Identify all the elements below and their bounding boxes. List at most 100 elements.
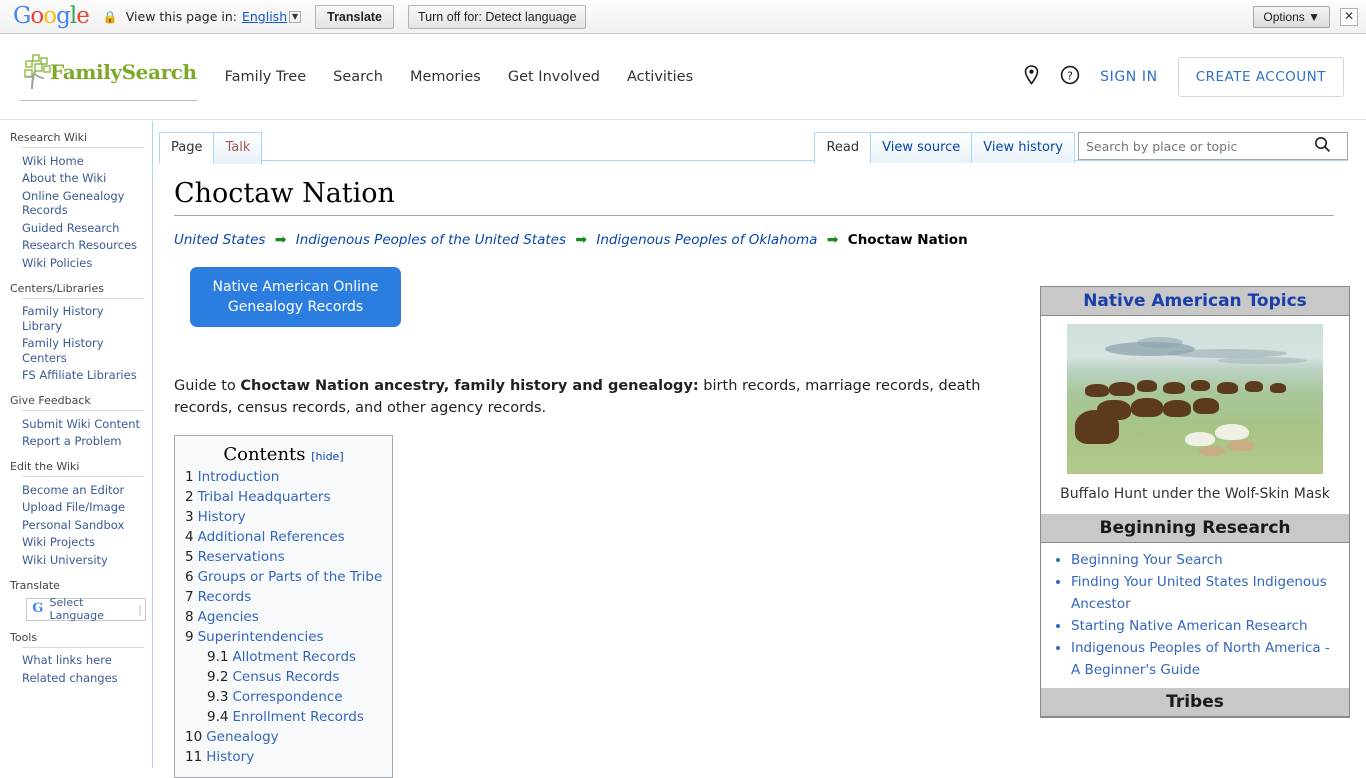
infobox-title: Native American Topics bbox=[1041, 287, 1349, 316]
sidebar-item-report-a-problem[interactable]: Report a Problem bbox=[10, 433, 144, 451]
toc-link[interactable]: Records bbox=[198, 589, 252, 605]
search-icon[interactable] bbox=[1314, 136, 1331, 157]
sidebar-item-become-an-editor[interactable]: Become an Editor bbox=[10, 481, 144, 499]
toc-link[interactable]: Enrollment Records bbox=[232, 709, 363, 725]
search-box[interactable] bbox=[1078, 132, 1348, 160]
toc-link[interactable]: Superintendencies bbox=[198, 629, 324, 645]
translate-button[interactable]: Translate bbox=[315, 4, 395, 29]
toc-link[interactable]: Agencies bbox=[198, 609, 259, 625]
list-item[interactable]: Finding Your United States Indigenous An… bbox=[1071, 571, 1341, 615]
select-language-dropdown[interactable]: G Select Language | bbox=[26, 596, 146, 622]
nav-memories[interactable]: Memories bbox=[410, 69, 481, 85]
sidebar-item-wiki-university[interactable]: Wiki University bbox=[10, 551, 144, 569]
toc-link[interactable]: Census Records bbox=[232, 669, 339, 685]
toc-link[interactable]: Reservations bbox=[198, 549, 285, 565]
sidebar-item-wiki-projects[interactable]: Wiki Projects bbox=[10, 534, 144, 552]
chevron-down-icon[interactable]: ▼ bbox=[289, 10, 302, 23]
sidebar-item-wiki-home[interactable]: Wiki Home bbox=[10, 152, 144, 170]
infobox-link[interactable]: Indigenous Peoples of North America - A … bbox=[1071, 640, 1330, 678]
sidebar-item-related-changes[interactable]: Related changes bbox=[10, 669, 144, 687]
sidebar-item-research-resources[interactable]: Research Resources bbox=[10, 237, 144, 255]
search-input[interactable] bbox=[1079, 134, 1314, 158]
location-pin-icon[interactable] bbox=[1023, 65, 1040, 89]
toc-link[interactable]: Additional References bbox=[198, 529, 345, 545]
nav-activities[interactable]: Activities bbox=[627, 69, 693, 85]
toc-link[interactable]: Allotment Records bbox=[232, 649, 356, 665]
translate-options-button[interactable]: Options ▼ bbox=[1253, 5, 1330, 28]
sidebar-group-give-feedback: Submit Wiki Content Report a Problem bbox=[22, 410, 144, 450]
sidebar-item-fs-affiliate-libraries[interactable]: FS Affiliate Libraries bbox=[10, 367, 144, 385]
toc-item[interactable]: 9.4 Enrollment Records bbox=[185, 707, 382, 727]
breadcrumb-link-indigenous-peoples-us[interactable]: Indigenous Peoples of the United States bbox=[296, 232, 566, 248]
sidebar-item-online-genealogy-records[interactable]: Online Genealogy Records bbox=[10, 187, 144, 219]
sidebar-item-what-links-here[interactable]: What links here bbox=[10, 652, 144, 670]
list-item[interactable]: Beginning Your Search bbox=[1071, 549, 1341, 571]
table-of-contents: Contents [hide] 1 Introduction 2 Tribal He… bbox=[174, 435, 393, 778]
breadcrumb-link-united-states[interactable]: United States bbox=[174, 232, 265, 248]
turn-off-translate-button[interactable]: Turn off for: Detect language bbox=[408, 4, 587, 29]
sidebar-heading-tools: Tools bbox=[10, 630, 38, 644]
toc-link[interactable]: Genealogy bbox=[206, 729, 278, 745]
toc-item[interactable]: 11 History bbox=[185, 747, 382, 767]
tab-read[interactable]: Read bbox=[814, 132, 872, 164]
toc-item[interactable]: 9.2 Census Records bbox=[185, 667, 382, 687]
toc-item[interactable]: 6 Groups or Parts of the Tribe bbox=[185, 567, 382, 587]
sidebar-item-submit-wiki-content[interactable]: Submit Wiki Content bbox=[10, 415, 144, 433]
help-circle-icon[interactable]: ? bbox=[1060, 65, 1080, 89]
sidebar-item-wiki-policies[interactable]: Wiki Policies bbox=[10, 254, 144, 272]
sidebar-group-research-wiki: Wiki Home About the Wiki Online Genealog… bbox=[22, 147, 144, 272]
tab-talk[interactable]: Talk bbox=[213, 132, 263, 164]
close-icon[interactable]: ✕ bbox=[1340, 7, 1358, 26]
sidebar-item-family-history-centers[interactable]: Family History Centers bbox=[10, 335, 144, 367]
sign-in-button[interactable]: SIGN IN bbox=[1100, 69, 1158, 85]
tab-page[interactable]: Page bbox=[159, 132, 215, 164]
tab-view-history[interactable]: View history bbox=[971, 132, 1075, 163]
list-item[interactable]: Starting Native American Research bbox=[1071, 615, 1341, 637]
toc-number: 10 bbox=[185, 729, 203, 745]
sidebar-item-family-history-library[interactable]: Family History Library bbox=[10, 303, 144, 335]
toc-item[interactable]: 8 Agencies bbox=[185, 607, 382, 627]
nav-family-tree[interactable]: Family Tree bbox=[225, 69, 306, 85]
sidebar-item-upload-file-image[interactable]: Upload File/Image bbox=[10, 499, 144, 517]
toc-item[interactable]: 5 Reservations bbox=[185, 547, 382, 567]
toc-number: 6 bbox=[185, 569, 194, 585]
toc-hide-link[interactable]: [hide] bbox=[311, 450, 343, 463]
toc-item[interactable]: 3 History bbox=[185, 507, 382, 527]
translate-language-link[interactable]: English bbox=[242, 9, 287, 24]
toc-title-label: Contents bbox=[223, 444, 306, 465]
sidebar-heading-give-feedback: Give Feedback bbox=[10, 394, 91, 407]
nav-search[interactable]: Search bbox=[333, 69, 383, 85]
familysearch-logo[interactable]: FamilySearch bbox=[20, 53, 197, 101]
sidebar-item-guided-research[interactable]: Guided Research bbox=[10, 219, 144, 237]
guide-prefix: Guide to bbox=[174, 378, 241, 394]
breadcrumb-link-indigenous-peoples-oklahoma[interactable]: Indigenous Peoples of Oklahoma bbox=[596, 232, 817, 248]
infobox-link[interactable]: Beginning Your Search bbox=[1071, 552, 1223, 568]
infobox-link[interactable]: Finding Your United States Indigenous An… bbox=[1071, 574, 1327, 612]
toc-item[interactable]: 7 Records bbox=[185, 587, 382, 607]
toc-link[interactable]: Correspondence bbox=[232, 689, 342, 705]
toc-item[interactable]: 1 Introduction bbox=[185, 467, 382, 487]
sidebar-item-about-the-wiki[interactable]: About the Wiki bbox=[10, 170, 144, 188]
toc-link[interactable]: History bbox=[206, 749, 254, 765]
sidebar-item-personal-sandbox[interactable]: Personal Sandbox bbox=[10, 516, 144, 534]
toc-link[interactable]: Tribal Headquarters bbox=[198, 489, 331, 505]
toc-link[interactable]: Groups or Parts of the Tribe bbox=[198, 569, 383, 585]
toc-item[interactable]: 9.1 Allotment Records bbox=[185, 647, 382, 667]
tab-view-source[interactable]: View source bbox=[870, 132, 973, 163]
native-american-online-records-button[interactable]: Native American Online Genealogy Records bbox=[190, 267, 401, 327]
infobox-link[interactable]: Starting Native American Research bbox=[1071, 618, 1308, 634]
toc-item[interactable]: 4 Additional References bbox=[185, 527, 382, 547]
nav-get-involved[interactable]: Get Involved bbox=[508, 69, 600, 85]
toc-link[interactable]: History bbox=[198, 509, 246, 525]
toc-item[interactable]: 9.3 Correspondence bbox=[185, 687, 382, 707]
toc-item[interactable]: 10 Genealogy bbox=[185, 727, 382, 747]
toc-item[interactable]: 2 Tribal Headquarters bbox=[185, 487, 382, 507]
toc-item[interactable]: 9 Superintendencies bbox=[185, 627, 382, 647]
create-account-button[interactable]: CREATE ACCOUNT bbox=[1177, 57, 1344, 97]
toc-link[interactable]: Introduction bbox=[198, 469, 280, 485]
list-item[interactable]: Indigenous Peoples of North America - A … bbox=[1071, 637, 1341, 681]
toc-number: 9.4 bbox=[207, 709, 229, 725]
toc-number: 9 bbox=[185, 629, 194, 645]
toc-number: 9.3 bbox=[207, 689, 229, 705]
sidebar-group-tools: What links here Related changes bbox=[22, 646, 144, 687]
